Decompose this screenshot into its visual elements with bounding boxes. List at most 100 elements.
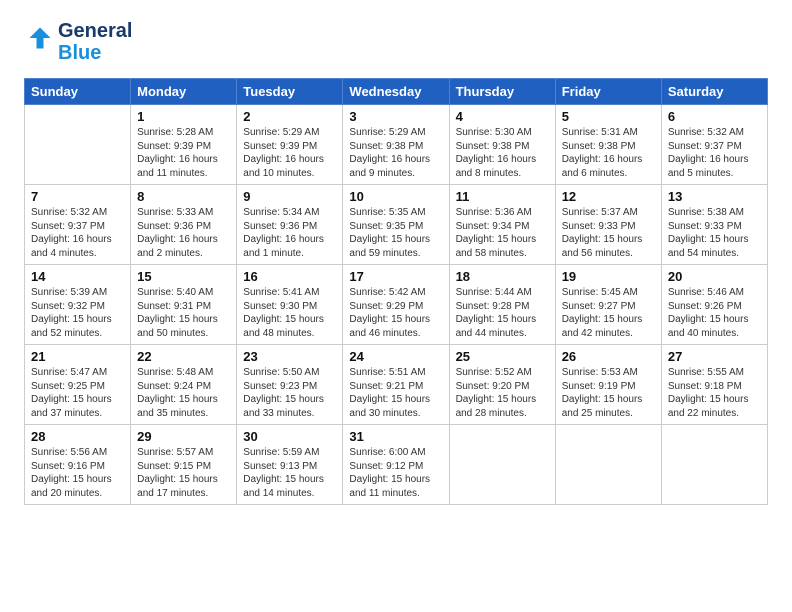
- calendar-cell: 23Sunrise: 5:50 AM Sunset: 9:23 PM Dayli…: [237, 345, 343, 425]
- calendar-cell: [555, 425, 661, 505]
- day-info: Sunrise: 5:37 AM Sunset: 9:33 PM Dayligh…: [562, 206, 655, 260]
- calendar-cell: 21 Sunrise: 5:47 AM Sunset: 9:25 PM Dayli…: [25, 345, 131, 425]
- day-number: 21: [31, 349, 124, 364]
- day-info: Sunrise: 5:56 AM Sunset: 9:16 PM Dayligh…: [31, 446, 124, 500]
- day-number: 15: [137, 269, 230, 284]
- calendar-cell: [25, 105, 131, 185]
- day-number: 26: [562, 349, 655, 364]
- day-info: Sunrise: 5:42 AM Sunset: 9:29 PM Dayligh…: [349, 286, 442, 340]
- calendar-cell: 15 Sunrise: 5:40 AM Sunset: 9:31 PM Dayli…: [131, 265, 237, 345]
- calendar-cell: 18 Sunrise: 5:44 AM Sunset: 9:28 PM Dayli…: [449, 265, 555, 345]
- day-number: 2: [243, 109, 336, 124]
- day-info: Sunrise: 5:32 AM Sunset: 9:37 PM Dayligh…: [668, 126, 761, 180]
- calendar-cell: 22 Sunrise: 5:48 AM Sunset: 9:24 PM Dayli…: [131, 345, 237, 425]
- calendar-cell: 5 Sunrise: 5:31 AM Sunset: 9:38 PM Daylig…: [555, 105, 661, 185]
- day-number: 1: [137, 109, 230, 124]
- day-number: 3: [349, 109, 442, 124]
- day-info: Sunrise: 5:53 AM Sunset: 9:19 PM Dayligh…: [562, 366, 655, 420]
- weekday-header-tuesday: Tuesday: [237, 79, 343, 105]
- day-number: 28: [31, 429, 124, 444]
- day-number: 8: [137, 189, 230, 204]
- day-number: 25: [456, 349, 549, 364]
- day-number: 9: [243, 189, 336, 204]
- calendar-cell: 20Sunrise: 5:46 AM Sunset: 9:26 PM Dayli…: [661, 265, 767, 345]
- day-number: 30: [243, 429, 336, 444]
- calendar-cell: 4 Sunrise: 5:30 AM Sunset: 9:38 PM Daylig…: [449, 105, 555, 185]
- calendar-cell: 17Sunrise: 5:42 AM Sunset: 9:29 PM Dayli…: [343, 265, 449, 345]
- calendar-cell: 12Sunrise: 5:37 AM Sunset: 9:33 PM Dayli…: [555, 185, 661, 265]
- day-number: 23: [243, 349, 336, 364]
- day-info: Sunrise: 5:39 AM Sunset: 9:32 PM Dayligh…: [31, 286, 124, 340]
- day-info: Sunrise: 5:47 AM Sunset: 9:25 PM Dayligh…: [31, 366, 124, 420]
- day-info: Sunrise: 5:55 AM Sunset: 9:18 PM Dayligh…: [668, 366, 761, 420]
- logo: General Blue: [24, 20, 132, 64]
- calendar-cell: 13 Sunrise: 5:38 AM Sunset: 9:33 PM Dayli…: [661, 185, 767, 265]
- calendar-cell: [449, 425, 555, 505]
- logo-line1: General: [58, 20, 132, 42]
- day-number: 13: [668, 189, 761, 204]
- day-info: Sunrise: 5:32 AM Sunset: 9:37 PM Dayligh…: [31, 206, 124, 260]
- day-info: Sunrise: 5:52 AM Sunset: 9:20 PM Dayligh…: [456, 366, 549, 420]
- calendar-cell: 7 Sunrise: 5:32 AM Sunset: 9:37 PM Daylig…: [25, 185, 131, 265]
- day-number: 27: [668, 349, 761, 364]
- calendar-week-row-3: 14 Sunrise: 5:39 AM Sunset: 9:32 PM Dayli…: [25, 265, 768, 345]
- day-info: Sunrise: 6:00 AM Sunset: 9:12 PM Dayligh…: [349, 446, 442, 500]
- day-number: 6: [668, 109, 761, 124]
- calendar-cell: 9 Sunrise: 5:34 AM Sunset: 9:36 PM Daylig…: [237, 185, 343, 265]
- calendar-cell: 26 Sunrise: 5:53 AM Sunset: 9:19 PM Dayli…: [555, 345, 661, 425]
- logo-line2: Blue: [58, 42, 132, 64]
- calendar-week-row-5: 28 Sunrise: 5:56 AM Sunset: 9:16 PM Dayli…: [25, 425, 768, 505]
- day-number: 20: [668, 269, 761, 284]
- day-number: 11: [456, 189, 549, 204]
- calendar-table: SundayMondayTuesdayWednesdayThursdayFrid…: [24, 78, 768, 505]
- calendar-week-row-2: 7 Sunrise: 5:32 AM Sunset: 9:37 PM Daylig…: [25, 185, 768, 265]
- day-number: 10: [349, 189, 442, 204]
- day-info: Sunrise: 5:31 AM Sunset: 9:38 PM Dayligh…: [562, 126, 655, 180]
- calendar-cell: 1 Sunrise: 5:28 AM Sunset: 9:39 PM Daylig…: [131, 105, 237, 185]
- weekday-header-wednesday: Wednesday: [343, 79, 449, 105]
- day-number: 7: [31, 189, 124, 204]
- day-info: Sunrise: 5:44 AM Sunset: 9:28 PM Dayligh…: [456, 286, 549, 340]
- day-info: Sunrise: 5:48 AM Sunset: 9:24 PM Dayligh…: [137, 366, 230, 420]
- day-info: Sunrise: 5:29 AM Sunset: 9:39 PM Dayligh…: [243, 126, 336, 180]
- calendar-cell: 27 Sunrise: 5:55 AM Sunset: 9:18 PM Dayli…: [661, 345, 767, 425]
- day-number: 4: [456, 109, 549, 124]
- header: General Blue: [24, 20, 768, 64]
- calendar-cell: 8 Sunrise: 5:33 AM Sunset: 9:36 PM Daylig…: [131, 185, 237, 265]
- day-info: Sunrise: 5:28 AM Sunset: 9:39 PM Dayligh…: [137, 126, 230, 180]
- day-info: Sunrise: 5:29 AM Sunset: 9:38 PM Dayligh…: [349, 126, 442, 180]
- day-number: 29: [137, 429, 230, 444]
- day-number: 19: [562, 269, 655, 284]
- calendar-cell: 28 Sunrise: 5:56 AM Sunset: 9:16 PM Dayli…: [25, 425, 131, 505]
- day-number: 24: [349, 349, 442, 364]
- calendar-cell: 25 Sunrise: 5:52 AM Sunset: 9:20 PM Dayli…: [449, 345, 555, 425]
- day-info: Sunrise: 5:34 AM Sunset: 9:36 PM Dayligh…: [243, 206, 336, 260]
- day-info: Sunrise: 5:36 AM Sunset: 9:34 PM Dayligh…: [456, 206, 549, 260]
- weekday-header-friday: Friday: [555, 79, 661, 105]
- weekday-header-row: SundayMondayTuesdayWednesdayThursdayFrid…: [25, 79, 768, 105]
- day-info: Sunrise: 5:59 AM Sunset: 9:13 PM Dayligh…: [243, 446, 336, 500]
- calendar-cell: 6 Sunrise: 5:32 AM Sunset: 9:37 PM Daylig…: [661, 105, 767, 185]
- day-number: 31: [349, 429, 442, 444]
- day-number: 14: [31, 269, 124, 284]
- day-info: Sunrise: 5:51 AM Sunset: 9:21 PM Dayligh…: [349, 366, 442, 420]
- calendar-cell: 19 Sunrise: 5:45 AM Sunset: 9:27 PM Dayli…: [555, 265, 661, 345]
- day-info: Sunrise: 5:30 AM Sunset: 9:38 PM Dayligh…: [456, 126, 549, 180]
- day-info: Sunrise: 5:35 AM Sunset: 9:35 PM Dayligh…: [349, 206, 442, 260]
- page: General Blue SundayMondayTuesdayWednesda…: [0, 0, 792, 521]
- day-number: 22: [137, 349, 230, 364]
- calendar-cell: 14 Sunrise: 5:39 AM Sunset: 9:32 PM Dayli…: [25, 265, 131, 345]
- day-number: 18: [456, 269, 549, 284]
- day-info: Sunrise: 5:57 AM Sunset: 9:15 PM Dayligh…: [137, 446, 230, 500]
- calendar-week-row-1: 1 Sunrise: 5:28 AM Sunset: 9:39 PM Daylig…: [25, 105, 768, 185]
- day-info: Sunrise: 5:45 AM Sunset: 9:27 PM Dayligh…: [562, 286, 655, 340]
- day-number: 5: [562, 109, 655, 124]
- day-info: Sunrise: 5:38 AM Sunset: 9:33 PM Dayligh…: [668, 206, 761, 260]
- weekday-header-monday: Monday: [131, 79, 237, 105]
- calendar-cell: 24 Sunrise: 5:51 AM Sunset: 9:21 PM Dayli…: [343, 345, 449, 425]
- day-info: Sunrise: 5:40 AM Sunset: 9:31 PM Dayligh…: [137, 286, 230, 340]
- calendar-cell: 3 Sunrise: 5:29 AM Sunset: 9:38 PM Daylig…: [343, 105, 449, 185]
- day-info: Sunrise: 5:41 AM Sunset: 9:30 PM Dayligh…: [243, 286, 336, 340]
- day-info: Sunrise: 5:33 AM Sunset: 9:36 PM Dayligh…: [137, 206, 230, 260]
- calendar-cell: 10 Sunrise: 5:35 AM Sunset: 9:35 PM Dayli…: [343, 185, 449, 265]
